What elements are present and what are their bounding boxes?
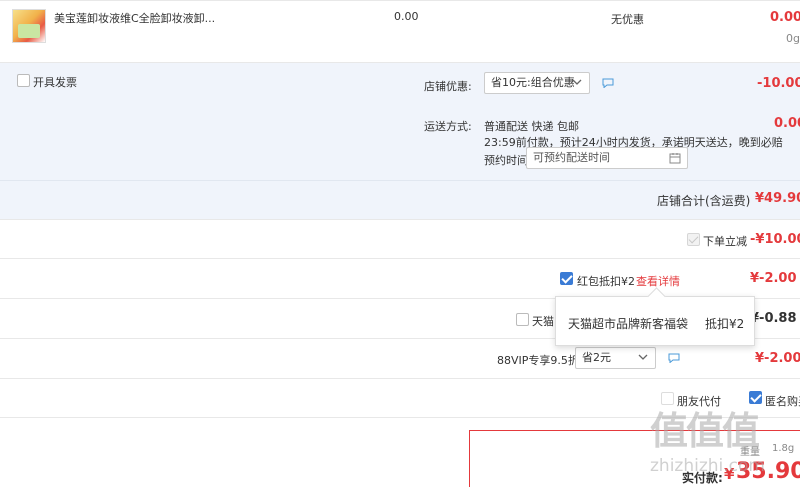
redpacket-tooltip: 天猫超市品牌新客福袋 抵扣¥2 <box>555 296 755 346</box>
vip-select[interactable]: 省2元 <box>575 347 656 369</box>
invoice-checkbox[interactable] <box>17 74 30 87</box>
schedule-placeholder: 可预约配送时间 <box>533 151 610 164</box>
redpacket-label: 红包抵扣¥2 <box>577 275 635 288</box>
product-weight: 0g <box>786 32 800 45</box>
product-subtotal: 0.00 <box>770 10 800 25</box>
product-discount: 无优惠 <box>611 13 644 26</box>
tooltip-name: 天猫超市品牌新客福袋 <box>568 317 689 331</box>
watermark-logo: 值值值 <box>650 409 760 453</box>
product-thumbnail[interactable] <box>12 9 46 43</box>
instant-discount-checkbox <box>687 233 700 246</box>
product-title[interactable]: 美宝莲卸妆液维C全脸卸妆液卸... <box>54 10 215 26</box>
tooltip-value: 抵扣¥2 <box>705 317 745 331</box>
chevron-down-icon <box>638 354 648 360</box>
watermark-site: zhizhizhi.com <box>650 456 765 476</box>
shipping-method: 普通配送 快递 包邮 <box>484 120 579 133</box>
schedule-label: 预约时间 <box>484 154 528 167</box>
store-total-label: 店铺合计(含运费) <box>657 194 751 208</box>
order-weight-value: 1.8g <box>772 443 795 454</box>
product-unit-price: 0.00 <box>394 10 419 23</box>
chevron-down-icon <box>572 79 582 85</box>
instant-discount-amount: -¥10.00 <box>750 232 800 247</box>
chat-bubble-icon[interactable] <box>602 78 614 88</box>
chat-bubble-icon[interactable] <box>668 353 680 363</box>
store-promo-amount: -10.00 <box>757 76 800 91</box>
invoice-label: 开具发票 <box>33 76 77 89</box>
anonymous-label: 匿名购买 <box>765 395 800 408</box>
redpacket-amount: ¥-2.00 <box>750 271 797 286</box>
calendar-icon <box>669 153 681 164</box>
tmall-label: 天猫 <box>532 315 554 328</box>
shipping-label: 运送方式: <box>424 120 472 133</box>
tmall-checkbox[interactable] <box>516 313 529 326</box>
store-total-amount: ¥49.90 <box>755 191 800 206</box>
vip-label: 88VIP专享9.5折 <box>497 354 579 367</box>
tmall-amount: ¥-0.88 <box>750 311 797 326</box>
redpacket-details-link[interactable]: 查看详情 <box>636 273 680 289</box>
vip-amount: ¥-2.00 <box>755 351 800 366</box>
instant-discount-label: 下单立减 <box>703 235 747 248</box>
store-promo-selected: 省10元:组合优惠 <box>491 76 575 89</box>
vip-selected: 省2元 <box>582 351 611 364</box>
redpacket-checkbox[interactable] <box>560 272 573 285</box>
shipping-fee: 0.00 <box>774 116 800 131</box>
store-promo-label: 店铺优惠: <box>424 80 472 93</box>
store-promo-select[interactable]: 省10元:组合优惠 <box>484 72 590 94</box>
schedule-input[interactable]: 可预约配送时间 <box>526 147 688 169</box>
